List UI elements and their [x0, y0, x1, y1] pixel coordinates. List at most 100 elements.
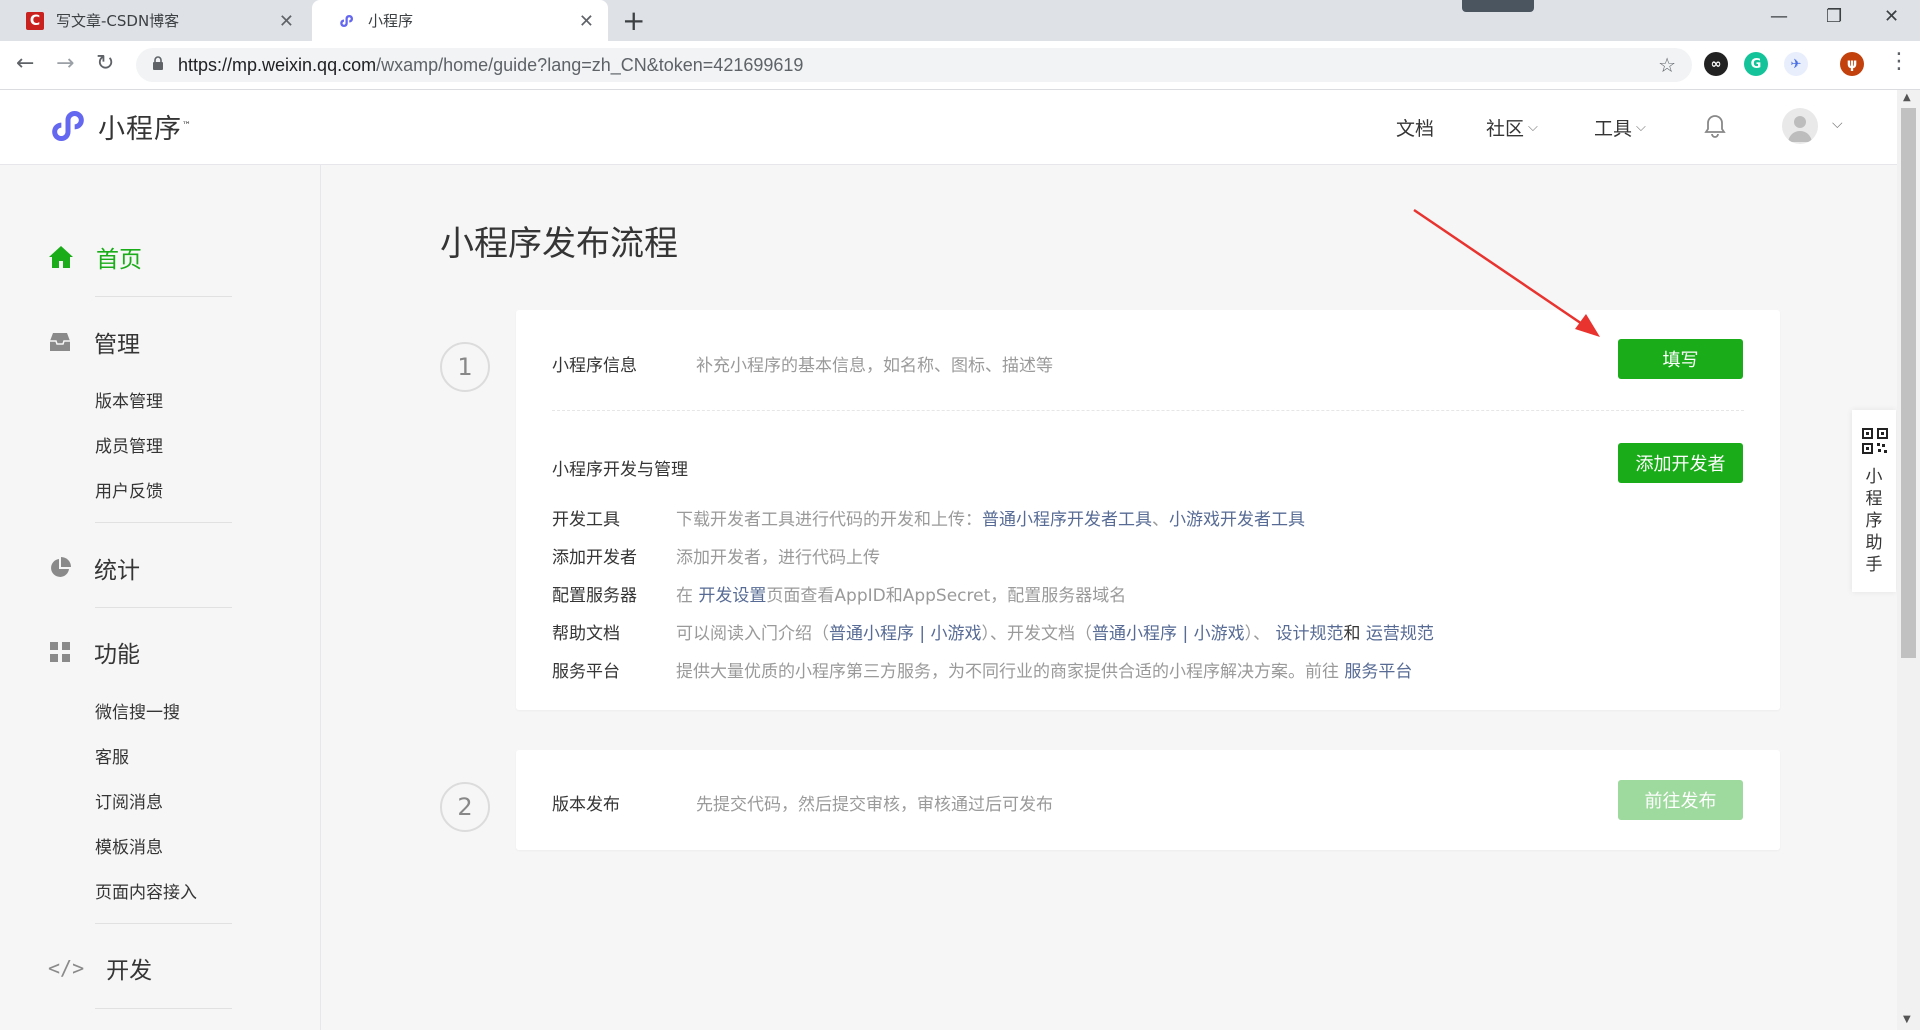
url-host: https://mp.weixin.qq.com — [178, 55, 377, 75]
home-icon — [49, 246, 73, 268]
extension-bird-icon[interactable]: ✈ — [1784, 52, 1808, 76]
close-tab-icon[interactable]: ✕ — [279, 11, 294, 32]
logo[interactable]: 小程序™ — [48, 106, 192, 146]
extension-glasses-icon[interactable]: ∞ — [1704, 52, 1728, 76]
link-dev-settings[interactable]: 开发设置 — [698, 586, 766, 606]
sidebar-item-feedback[interactable]: 用户反馈 — [95, 477, 163, 502]
step2-card: 版本发布 先提交代码，然后提交审核，审核通过后可发布 前往发布 — [516, 750, 1780, 850]
link-docs-minigame[interactable]: 小游戏 — [1194, 624, 1245, 644]
help-text-3: ）、 — [1244, 624, 1271, 644]
link-intro-miniprogram[interactable]: 普通小程序 — [829, 624, 914, 644]
browser-tab-bar: C 写文章-CSDN博客 ✕ 小程序 ✕ + — ❐ ✕ — [0, 0, 1920, 41]
row-desc-add: 添加开发者，进行代码上传 — [676, 548, 880, 568]
help-and: 和 — [1343, 624, 1361, 644]
csdn-icon: C — [26, 11, 44, 30]
scroll-up-icon[interactable]: ▲ — [1903, 92, 1911, 103]
new-tab-icon[interactable]: + — [622, 4, 645, 37]
back-icon[interactable]: ← — [16, 51, 34, 76]
close-window-icon[interactable]: ✕ — [1884, 6, 1899, 27]
step1-card: 小程序信息 补充小程序的基本信息，如名称、图标、描述等 填写 小程序开发与管理 … — [516, 310, 1780, 710]
nav-community[interactable]: 社区 ⌵ — [1486, 114, 1538, 141]
miniprogram-logo-icon — [52, 111, 84, 141]
bookmark-star-icon[interactable]: ☆ — [1658, 53, 1676, 77]
user-avatar[interactable] — [1782, 108, 1818, 144]
server-pre: 在 — [676, 586, 693, 606]
sidebar-item-dev[interactable]: </> 开发 — [48, 951, 152, 985]
separator: 、 — [1152, 510, 1169, 530]
close-tab-icon[interactable]: ✕ — [579, 11, 594, 32]
link-design-spec[interactable]: 设计规范 — [1276, 624, 1344, 644]
nav-tools[interactable]: 工具 ⌵ — [1594, 114, 1646, 141]
profile-avatar-icon[interactable]: ψ — [1840, 52, 1864, 76]
forward-icon[interactable]: → — [56, 51, 74, 76]
extension-grammarly-icon[interactable]: G — [1744, 52, 1768, 76]
row-label-help: 帮助文档 — [552, 624, 620, 644]
sidebar-item-template-msg[interactable]: 模板消息 — [95, 833, 163, 858]
logo-title: 小程序 — [98, 113, 182, 145]
link-service-platform[interactable]: 服务平台 — [1344, 662, 1412, 682]
row-label-service: 服务平台 — [552, 662, 620, 682]
browser-tab-miniprogram[interactable]: 小程序 ✕ — [312, 0, 608, 41]
scroll-down-icon[interactable]: ▼ — [1903, 1014, 1911, 1025]
link-intro-minigame[interactable]: 小游戏 — [931, 624, 982, 644]
sidebar-stats-label: 统计 — [94, 558, 140, 584]
sidebar-item-page-content[interactable]: 页面内容接入 — [95, 878, 197, 903]
sidebar-item-version[interactable]: 版本管理 — [95, 387, 163, 412]
info-label: 小程序信息 — [552, 356, 637, 376]
divider — [95, 522, 232, 523]
sidebar-item-features[interactable]: 功能 — [48, 635, 140, 669]
sidebar-item-customer-service[interactable]: 客服 — [95, 743, 129, 768]
fill-info-button[interactable]: 填写 — [1618, 339, 1743, 379]
separator: | — [1182, 624, 1189, 644]
browser-tab-csdn[interactable]: C 写文章-CSDN博客 ✕ — [0, 0, 308, 41]
row-label-server: 配置服务器 — [552, 586, 637, 606]
qrcode-icon — [1862, 428, 1888, 454]
release-label: 版本发布 — [552, 795, 620, 815]
sidebar-item-manage[interactable]: 管理 — [48, 325, 140, 359]
link-miniprogram-devtool[interactable]: 普通小程序开发者工具 — [982, 510, 1152, 530]
tab-title: 小程序 — [368, 12, 414, 30]
nav-docs[interactable]: 文档 — [1396, 114, 1434, 141]
minimize-icon[interactable]: — — [1770, 6, 1788, 27]
browser-toolbar: ← → ↻ https://mp.weixin.qq.com/wxamp/hom… — [0, 41, 1920, 90]
restore-icon[interactable]: ❐ — [1826, 6, 1842, 27]
url-text: https://mp.weixin.qq.com/wxamp/home/guid… — [178, 55, 803, 76]
step-number-1: 1 — [440, 342, 490, 392]
sidebar-item-wechat-search[interactable]: 微信搜一搜 — [95, 698, 180, 723]
sidebar-item-subscribe-msg[interactable]: 订阅消息 — [95, 788, 163, 813]
nav-tools-label: 工具 — [1594, 118, 1633, 140]
divider — [95, 296, 232, 297]
page-scrollbar[interactable]: ▲ ▼ — [1897, 90, 1920, 1030]
page-title: 小程序发布流程 — [440, 224, 678, 264]
divider — [95, 923, 232, 924]
go-release-button[interactable]: 前往发布 — [1618, 780, 1743, 820]
sidebar: 首页 管理 版本管理 成员管理 用户反馈 统计 功能 微信搜一搜 客服 订阅消息… — [0, 165, 321, 1030]
link-docs-miniprogram[interactable]: 普通小程序 — [1092, 624, 1177, 644]
annotation-arrow-icon — [1413, 208, 1600, 337]
sidebar-item-members[interactable]: 成员管理 — [95, 432, 163, 457]
pie-chart-icon — [51, 557, 71, 577]
divider — [95, 607, 232, 608]
browser-menu-icon[interactable]: ⋮ — [1888, 49, 1910, 74]
url-path: /wxamp/home/guide?lang=zh_CN&token=42169… — [376, 55, 804, 75]
bell-icon[interactable] — [1704, 114, 1726, 142]
lock-icon — [153, 56, 163, 70]
logo-text: 小程序™ — [98, 107, 192, 146]
link-minigame-devtool[interactable]: 小游戏开发者工具 — [1169, 510, 1305, 530]
row-desc-service: 提供大量优质的小程序第三方服务，为不同行业的商家提供合适的小程序解决方案。前往 … — [676, 657, 1412, 682]
tools-text: 下载开发者工具进行代码的开发和上传： — [676, 510, 982, 530]
row-label-tools: 开发工具 — [552, 510, 620, 530]
account-chevron-icon[interactable]: ⌵ — [1832, 116, 1843, 132]
sidebar-item-stats[interactable]: 统计 — [48, 551, 140, 585]
scrollbar-thumb[interactable] — [1901, 108, 1916, 658]
add-developer-button[interactable]: 添加开发者 — [1618, 443, 1743, 483]
chevron-down-icon: ⌵ — [1528, 120, 1538, 135]
miniprogram-assistant-panel[interactable]: 小程序助手 — [1852, 410, 1896, 592]
sidebar-item-home[interactable]: 首页 — [48, 240, 142, 274]
address-bar[interactable]: https://mp.weixin.qq.com/wxamp/home/guid… — [136, 48, 1692, 82]
dev-manage-title: 小程序开发与管理 — [552, 460, 688, 480]
link-operation-spec[interactable]: 运营规范 — [1366, 624, 1434, 644]
reload-icon[interactable]: ↻ — [96, 51, 114, 76]
divider — [95, 1008, 232, 1009]
sidebar-manage-label: 管理 — [94, 332, 140, 358]
